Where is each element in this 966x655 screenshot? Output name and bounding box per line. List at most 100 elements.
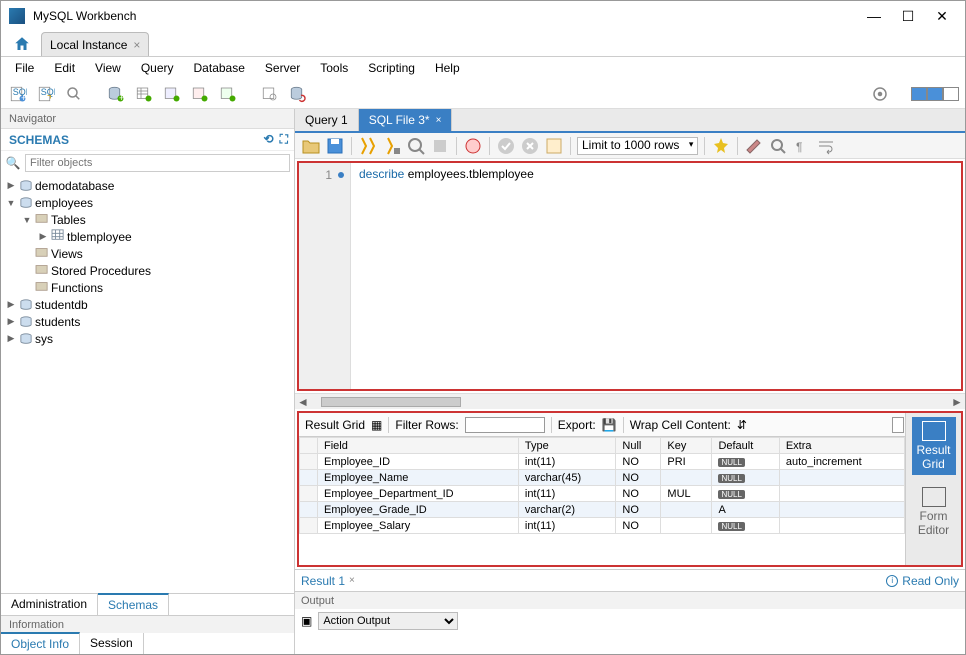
- table-add-icon[interactable]: [133, 83, 155, 105]
- sidebar: Navigator SCHEMAS ⟲ ⛶ 🔍 ▶ demodatabase ▼…: [1, 109, 295, 654]
- tab-session[interactable]: Session: [80, 633, 144, 654]
- column-header[interactable]: Null: [616, 438, 661, 454]
- filter-rows-input[interactable]: [465, 417, 545, 433]
- filter-input[interactable]: [25, 154, 290, 172]
- export-icon[interactable]: 💾: [602, 418, 617, 432]
- menu-edit[interactable]: Edit: [46, 59, 83, 77]
- table-row[interactable]: Employee_Namevarchar(45)NONULL: [300, 470, 905, 486]
- sql-editor[interactable]: 1 describe employees.tblemployee: [297, 161, 963, 391]
- execute-current-icon[interactable]: [382, 136, 402, 156]
- close-button[interactable]: ✕: [935, 9, 949, 23]
- tree-item-students[interactable]: ▶ students: [1, 313, 294, 330]
- tree-item-sys[interactable]: ▶ sys: [1, 330, 294, 347]
- menu-scripting[interactable]: Scripting: [360, 59, 423, 77]
- stop-icon[interactable]: [430, 136, 450, 156]
- tab-schemas[interactable]: Schemas: [98, 593, 169, 615]
- wrap-icon[interactable]: [816, 136, 836, 156]
- table-row[interactable]: Employee_Salaryint(11)NONULL: [300, 518, 905, 534]
- collapse-side-icon[interactable]: [892, 417, 904, 433]
- menu-query[interactable]: Query: [133, 59, 182, 77]
- menu-server[interactable]: Server: [257, 59, 308, 77]
- brush-icon[interactable]: [744, 136, 764, 156]
- tab-object-info[interactable]: Object Info: [1, 632, 80, 654]
- tree-item-demodatabase[interactable]: ▶ demodatabase: [1, 177, 294, 194]
- toggle-limit-icon[interactable]: [544, 136, 564, 156]
- column-header[interactable]: Key: [661, 438, 712, 454]
- side-label: Form Editor: [918, 509, 949, 537]
- close-tab-icon[interactable]: ×: [349, 575, 355, 586]
- table-row[interactable]: Employee_Grade_IDvarchar(2)NOA: [300, 502, 905, 518]
- table-row[interactable]: Employee_Department_IDint(11)NOMULNULL: [300, 486, 905, 502]
- fn-add-icon[interactable]: [217, 83, 239, 105]
- toggle-autocommit-icon[interactable]: [463, 136, 483, 156]
- inspector-icon[interactable]: [63, 83, 85, 105]
- tree-item-tblemployee[interactable]: ▶ tblemployee: [1, 228, 294, 245]
- editor-tab-query1[interactable]: Query 1: [295, 109, 359, 131]
- close-tab-icon[interactable]: ×: [436, 115, 442, 126]
- explain-icon[interactable]: [406, 136, 426, 156]
- column-header[interactable]: Default: [712, 438, 779, 454]
- search-icon: 🔍: [5, 156, 21, 170]
- rollback-icon[interactable]: [520, 136, 540, 156]
- side-result-grid[interactable]: Result Grid: [912, 417, 956, 475]
- db-add-icon[interactable]: +: [105, 83, 127, 105]
- scroll-thumb[interactable]: [321, 397, 461, 407]
- execute-icon[interactable]: [358, 136, 378, 156]
- tree-item-employees[interactable]: ▼ employees: [1, 194, 294, 211]
- tab-administration[interactable]: Administration: [1, 594, 98, 615]
- output-select[interactable]: Action Output: [318, 612, 458, 630]
- tree-item-views[interactable]: Views: [1, 245, 294, 262]
- table-row[interactable]: Employee_IDint(11)NOPRINULLauto_incremen…: [300, 454, 905, 470]
- grid-view-icon[interactable]: ▦: [371, 418, 382, 432]
- maximize-button[interactable]: ☐: [901, 9, 915, 23]
- new-sql-tab-icon[interactable]: SQL+: [7, 83, 29, 105]
- menu-file[interactable]: File: [7, 59, 42, 77]
- result-tab[interactable]: Result 1 ×: [301, 574, 355, 588]
- menu-database[interactable]: Database: [186, 59, 253, 77]
- commit-icon[interactable]: [496, 136, 516, 156]
- toggle-bottom-panel[interactable]: [927, 87, 943, 101]
- sp-add-icon[interactable]: [189, 83, 211, 105]
- editor-tab-sqlfile3[interactable]: SQL File 3* ×: [359, 109, 453, 131]
- view-add-icon[interactable]: [161, 83, 183, 105]
- tree-item-functions[interactable]: Functions: [1, 279, 294, 296]
- menu-help[interactable]: Help: [427, 59, 468, 77]
- open-sql-icon[interactable]: SQL: [35, 83, 57, 105]
- menu-tools[interactable]: Tools: [312, 59, 356, 77]
- connection-tab[interactable]: Local Instance ×: [41, 32, 149, 56]
- search-table-icon[interactable]: [259, 83, 281, 105]
- output-stack-icon[interactable]: ▣: [301, 614, 312, 628]
- find-icon[interactable]: [768, 136, 788, 156]
- side-label: Result Grid: [916, 443, 950, 471]
- toggle-left-panel[interactable]: [911, 87, 927, 101]
- close-tab-icon[interactable]: ×: [133, 38, 140, 52]
- scroll-right-icon[interactable]: ►: [949, 395, 965, 409]
- toggle-right-panel[interactable]: [943, 87, 959, 101]
- code-text[interactable]: describe employees.tblemployee: [351, 163, 961, 389]
- save-icon[interactable]: [325, 136, 345, 156]
- tree-item-tables[interactable]: ▼ Tables: [1, 211, 294, 228]
- beautify-icon[interactable]: [711, 136, 731, 156]
- scroll-left-icon[interactable]: ◄: [295, 395, 311, 409]
- editor-scrollbar[interactable]: ◄ ►: [295, 393, 965, 409]
- reconnect-icon[interactable]: [287, 83, 309, 105]
- open-file-icon[interactable]: [301, 136, 321, 156]
- window-title: MySQL Workbench: [33, 9, 867, 23]
- tree-item-studentdb[interactable]: ▶ studentdb: [1, 296, 294, 313]
- expand-icon[interactable]: ⛶: [280, 132, 288, 147]
- refresh-icon[interactable]: ⟲: [264, 132, 274, 147]
- column-header[interactable]: Type: [518, 438, 616, 454]
- minimize-button[interactable]: —: [867, 9, 881, 23]
- result-grid[interactable]: FieldTypeNullKeyDefaultExtra Employee_ID…: [299, 437, 905, 565]
- invisible-chars-icon[interactable]: ¶: [792, 136, 812, 156]
- wrap-cell-icon[interactable]: ⇵: [737, 418, 747, 432]
- side-form-editor[interactable]: Form Editor: [912, 483, 956, 541]
- limit-select[interactable]: Limit to 1000 rows: [577, 137, 698, 155]
- menu-view[interactable]: View: [87, 59, 129, 77]
- tree-item-stored-procedures[interactable]: Stored Procedures: [1, 262, 294, 279]
- tree-label: studentdb: [35, 298, 88, 312]
- column-header[interactable]: Extra: [779, 438, 904, 454]
- home-button[interactable]: [7, 32, 37, 56]
- column-header[interactable]: Field: [318, 438, 519, 454]
- settings-icon[interactable]: [869, 83, 891, 105]
